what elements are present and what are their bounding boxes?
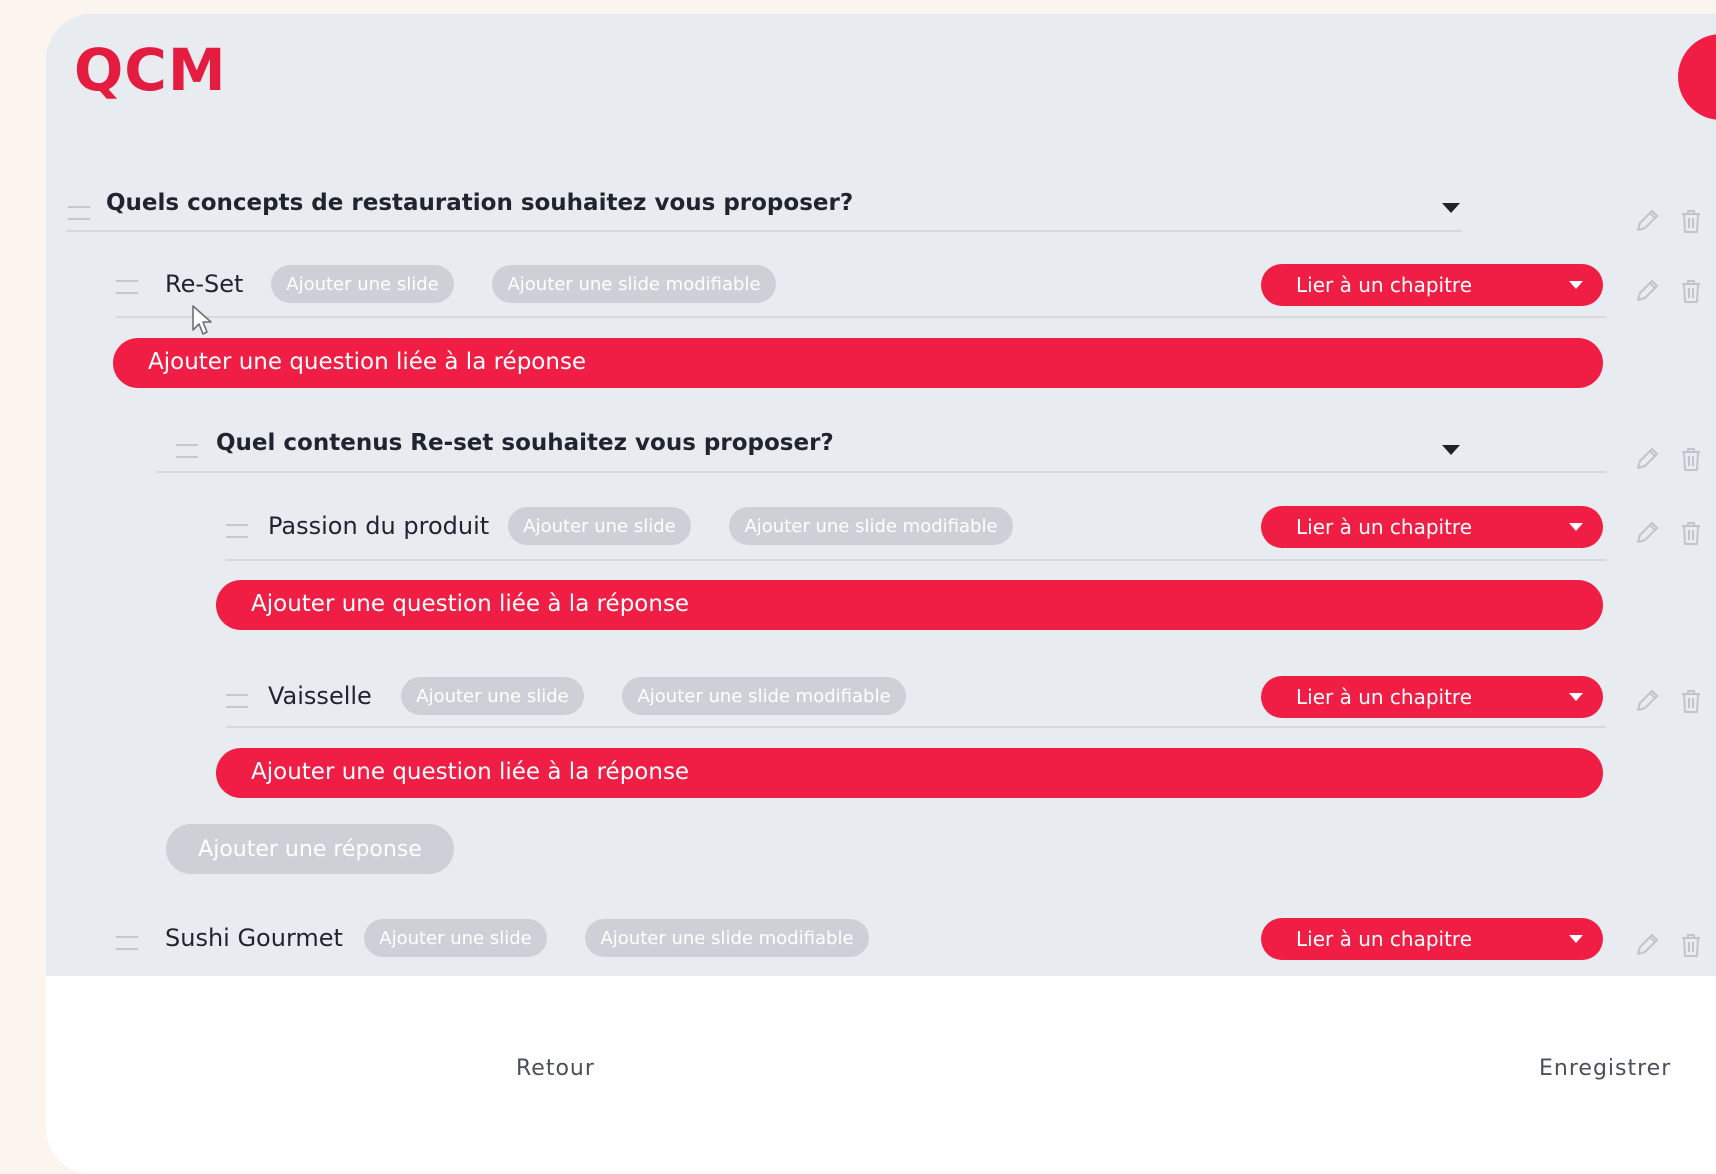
link-chapter-label: Lier à un chapitre: [1296, 685, 1473, 709]
pencil-icon[interactable]: [1632, 276, 1662, 306]
drag-handle-icon[interactable]: [116, 936, 138, 950]
pencil-icon[interactable]: [1632, 206, 1662, 236]
avatar-dot[interactable]: [1678, 34, 1716, 120]
link-chapter-label: Lier à un chapitre: [1296, 515, 1473, 539]
add-slide-button[interactable]: Ajouter une slide: [364, 919, 547, 957]
divider: [226, 559, 1606, 561]
divider: [226, 726, 1606, 728]
add-slide-editable-button[interactable]: Ajouter une slide modifiable: [729, 507, 1013, 545]
caret-down-icon[interactable]: [1442, 445, 1460, 455]
add-linked-question-label: Ajouter une question liée à la réponse: [251, 591, 690, 617]
question-text: Quel contenus Re-set souhaitez vous prop…: [216, 430, 834, 456]
add-linked-question-button[interactable]: Ajouter une question liée à la réponse: [216, 580, 1603, 630]
trash-icon[interactable]: [1676, 276, 1706, 306]
add-answer-button[interactable]: Ajouter une réponse: [166, 824, 454, 874]
cursor-icon: [192, 305, 212, 335]
question-text: Quels concepts de restauration souhaitez…: [106, 190, 854, 216]
drag-handle-icon[interactable]: [68, 206, 90, 220]
divider: [66, 230, 1462, 232]
answer-label: Re-Set: [165, 270, 244, 298]
footer: Retour Enregistrer: [46, 976, 1716, 1174]
trash-icon[interactable]: [1676, 206, 1706, 236]
divider: [116, 316, 1606, 318]
drag-handle-icon[interactable]: [116, 280, 138, 294]
add-slide-editable-button[interactable]: Ajouter une slide modifiable: [622, 677, 906, 715]
trash-icon[interactable]: [1676, 686, 1706, 716]
add-linked-question-label: Ajouter une question liée à la réponse: [148, 349, 587, 375]
caret-down-icon: [1569, 935, 1583, 943]
trash-icon[interactable]: [1676, 444, 1706, 474]
drag-handle-icon[interactable]: [226, 694, 248, 708]
link-chapter-select[interactable]: Lier à un chapitre: [1261, 506, 1603, 548]
drag-handle-icon[interactable]: [176, 444, 198, 458]
link-chapter-select[interactable]: Lier à un chapitre: [1261, 676, 1603, 718]
pencil-icon[interactable]: [1632, 518, 1662, 548]
add-slide-editable-button[interactable]: Ajouter une slide modifiable: [492, 265, 776, 303]
divider: [156, 471, 1606, 473]
trash-icon[interactable]: [1676, 930, 1706, 960]
add-slide-editable-button[interactable]: Ajouter une slide modifiable: [585, 919, 869, 957]
pencil-icon[interactable]: [1632, 686, 1662, 716]
add-slide-button[interactable]: Ajouter une slide: [271, 265, 454, 303]
add-linked-question-button[interactable]: Ajouter une question liée à la réponse: [216, 748, 1603, 798]
trash-icon[interactable]: [1676, 518, 1706, 548]
back-button[interactable]: Retour: [516, 1056, 595, 1081]
qcm-editor-card: QCM Quels concepts de restauration souha…: [46, 14, 1716, 1174]
link-chapter-select[interactable]: Lier à un chapitre: [1261, 264, 1603, 306]
link-chapter-label: Lier à un chapitre: [1296, 927, 1473, 951]
pencil-icon[interactable]: [1632, 930, 1662, 960]
add-slide-button[interactable]: Ajouter une slide: [401, 677, 584, 715]
add-linked-question-button[interactable]: Ajouter une question liée à la réponse: [113, 338, 1603, 388]
drag-handle-icon[interactable]: [226, 524, 248, 538]
add-linked-question-label: Ajouter une question liée à la réponse: [251, 759, 690, 785]
answer-label: Passion du produit: [268, 512, 490, 540]
answer-label: Sushi Gourmet: [165, 924, 343, 952]
add-slide-button[interactable]: Ajouter une slide: [508, 507, 691, 545]
caret-down-icon: [1569, 281, 1583, 289]
caret-down-icon: [1569, 693, 1583, 701]
link-chapter-select[interactable]: Lier à un chapitre: [1261, 918, 1603, 960]
save-button[interactable]: Enregistrer: [1539, 1056, 1671, 1081]
link-chapter-label: Lier à un chapitre: [1296, 273, 1473, 297]
app-logo: QCM: [74, 36, 227, 104]
pencil-icon[interactable]: [1632, 444, 1662, 474]
answer-label: Vaisselle: [268, 682, 372, 710]
caret-down-icon: [1569, 523, 1583, 531]
caret-down-icon[interactable]: [1442, 203, 1460, 213]
